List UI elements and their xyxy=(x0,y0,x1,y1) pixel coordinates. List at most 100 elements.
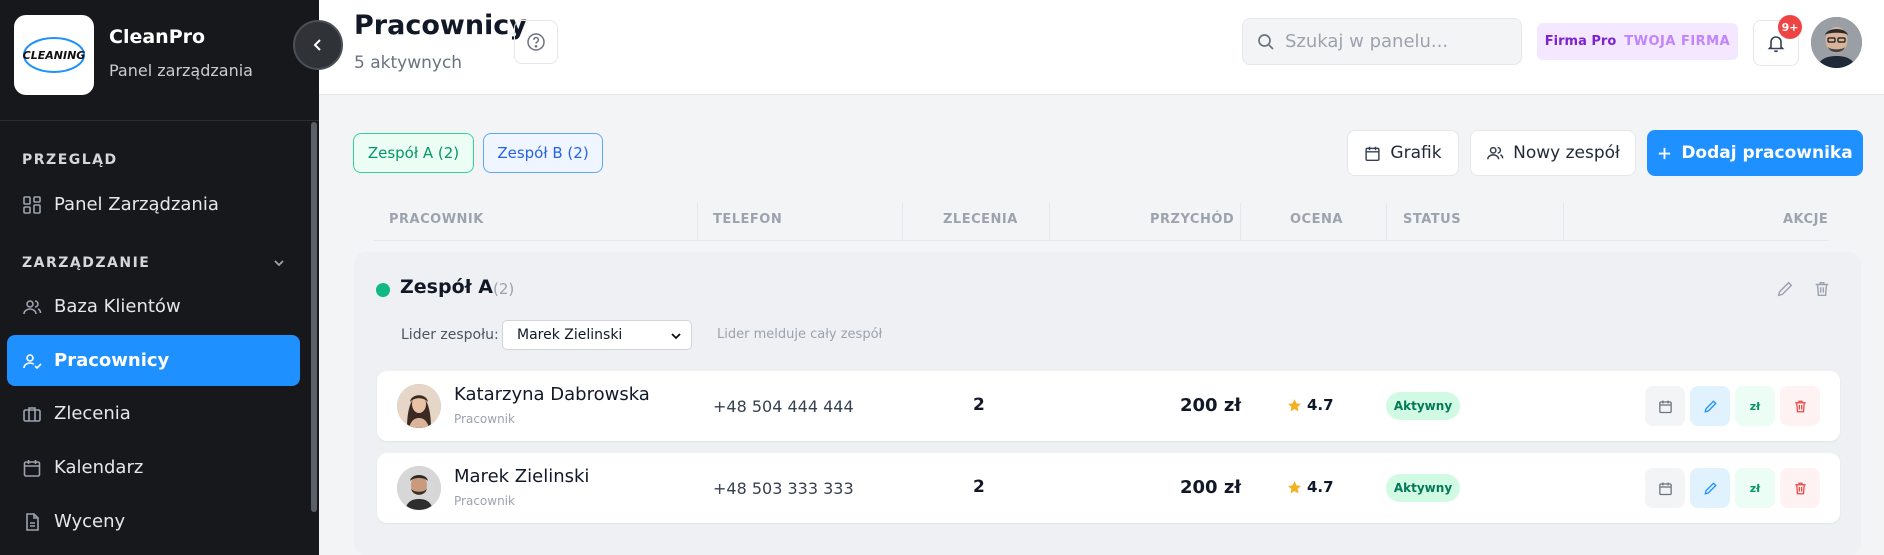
new-team-label: Nowy zespół xyxy=(1513,143,1620,163)
column-header-orders[interactable]: ZLECENIA xyxy=(943,212,1018,227)
team-color-dot xyxy=(376,283,390,297)
team-tab-b[interactable]: Zespół B (2) xyxy=(483,133,603,173)
briefcase-icon xyxy=(23,406,41,422)
employee-delete-button[interactable] xyxy=(1780,386,1820,426)
plus-icon xyxy=(1659,147,1671,159)
calendar-icon xyxy=(1365,146,1381,161)
team-name: Zespół A xyxy=(400,276,493,298)
employee-schedule-button[interactable] xyxy=(1645,468,1685,508)
user-check-icon xyxy=(23,353,42,369)
calendar-icon xyxy=(1658,482,1672,495)
sidebar-scrollbar[interactable] xyxy=(311,122,317,512)
schedule-button[interactable]: Grafik xyxy=(1347,130,1459,176)
employee-phone: +48 503 333 333 xyxy=(713,479,854,498)
chevron-down-icon[interactable] xyxy=(272,256,286,270)
employee-avatar xyxy=(397,466,441,510)
page-title: Pracownicy xyxy=(354,10,527,41)
team-leader-label: Lider zespołu: xyxy=(401,327,499,343)
employee-orders: 2 xyxy=(973,477,985,497)
grid-icon xyxy=(23,195,41,214)
column-header-rating[interactable]: OCENA xyxy=(1290,212,1343,227)
employee-payment-button[interactable]: zł xyxy=(1735,468,1775,508)
calendar-icon xyxy=(23,459,41,477)
column-divider xyxy=(1563,203,1564,240)
team-leader-select[interactable]: Marek Zielinski xyxy=(502,320,692,350)
logo-text: CLEANING xyxy=(23,49,86,62)
chevron-left-icon xyxy=(313,39,321,51)
employee-name[interactable]: Marek Zielinski xyxy=(454,466,589,487)
pencil-icon xyxy=(1703,399,1717,413)
team-leader-hint: Lider melduje cały zespół xyxy=(717,327,883,342)
brand-header: CLEANING CleanPro Panel zarządzania xyxy=(0,0,319,121)
brand-name: CleanPro xyxy=(109,26,206,48)
firm-badge[interactable]: Firma Pro TWOJA FIRMA xyxy=(1537,23,1738,60)
trash-icon xyxy=(1815,281,1829,297)
employee-revenue: 200 zł xyxy=(1180,395,1241,416)
employee-role: Pracownik xyxy=(454,494,515,508)
star-icon xyxy=(1288,398,1301,411)
team-tab-a[interactable]: Zespół A (2) xyxy=(353,133,474,173)
notification-count-badge: 9+ xyxy=(1778,15,1802,39)
column-divider xyxy=(902,203,903,240)
sidebar: CLEANING CleanPro Panel zarządzania PRZE… xyxy=(0,0,319,555)
sidebar-item-label: Pracownicy xyxy=(54,350,170,371)
sidebar-item-dashboard[interactable]: Panel Zarządzania xyxy=(7,179,300,230)
column-header-status[interactable]: STATUS xyxy=(1403,212,1461,227)
table-header-divider xyxy=(373,240,1828,241)
users-icon xyxy=(1487,146,1504,160)
section-management-label: ZARZĄDZANIE xyxy=(22,255,151,271)
column-header-actions: AKCJE xyxy=(1783,212,1829,227)
edit-team-button[interactable] xyxy=(1776,280,1794,302)
chevron-down-icon xyxy=(671,333,681,340)
trash-icon xyxy=(1794,400,1806,412)
section-overview-label: PRZEGLĄD xyxy=(22,152,118,168)
employee-role: Pracownik xyxy=(454,412,515,426)
table-row[interactable]: Katarzyna Dabrowska Pracownik +48 504 44… xyxy=(377,371,1840,441)
pencil-icon xyxy=(1777,281,1793,297)
table-row[interactable]: Marek Zielinski Pracownik +48 503 333 33… xyxy=(377,453,1840,523)
new-team-button[interactable]: Nowy zespół xyxy=(1470,130,1636,176)
question-icon xyxy=(527,33,545,51)
employee-rating-value: 4.7 xyxy=(1307,396,1334,414)
calendar-icon xyxy=(1658,400,1672,413)
help-button[interactable] xyxy=(514,20,558,64)
file-icon xyxy=(26,512,39,531)
sidebar-item-orders[interactable]: Zlecenia xyxy=(7,388,300,439)
team-leader-value: Marek Zielinski xyxy=(517,327,623,343)
search-box[interactable] xyxy=(1242,18,1522,65)
employee-schedule-button[interactable] xyxy=(1645,386,1685,426)
column-header-employee[interactable]: PRACOWNIK xyxy=(389,212,484,227)
firm-plan: Firma Pro xyxy=(1544,34,1617,49)
column-header-revenue[interactable]: PRZYCHÓD xyxy=(1150,212,1234,227)
employee-edit-button[interactable] xyxy=(1690,386,1730,426)
sidebar-item-label: Wyceny xyxy=(54,511,126,532)
column-header-phone[interactable]: TELEFON xyxy=(713,212,782,227)
top-header: Pracownicy 5 aktywnych Firma Pro TWOJA F… xyxy=(319,0,1884,95)
employee-name[interactable]: Katarzyna Dabrowska xyxy=(454,384,650,405)
search-input[interactable] xyxy=(1285,31,1505,52)
column-divider xyxy=(1240,203,1241,240)
star-icon xyxy=(1288,480,1301,493)
employee-phone: +48 504 444 444 xyxy=(713,397,854,416)
employee-payment-button[interactable]: zł xyxy=(1735,386,1775,426)
sidebar-item-label: Panel Zarządzania xyxy=(54,194,219,215)
pencil-icon xyxy=(1703,481,1717,495)
delete-team-button[interactable] xyxy=(1813,280,1831,302)
user-avatar[interactable] xyxy=(1811,17,1862,68)
employee-rating: 4.7 xyxy=(1287,478,1334,496)
sidebar-item-employees[interactable]: Pracownicy xyxy=(7,335,300,386)
employee-edit-button[interactable] xyxy=(1690,468,1730,508)
page-subtitle: 5 aktywnych xyxy=(354,53,463,73)
collapse-sidebar-button[interactable] xyxy=(293,20,343,70)
sidebar-item-quotes[interactable]: Wyceny xyxy=(7,496,300,547)
status-badge: Aktywny xyxy=(1386,392,1460,420)
employee-delete-button[interactable] xyxy=(1780,468,1820,508)
add-employee-button[interactable]: Dodaj pracownika xyxy=(1647,130,1863,176)
team-member-count: (2) xyxy=(493,280,515,298)
users-icon xyxy=(23,299,42,314)
employee-orders: 2 xyxy=(973,395,985,415)
column-divider xyxy=(1049,203,1050,240)
sidebar-item-calendar[interactable]: Kalendarz xyxy=(7,442,300,493)
company-logo[interactable]: CLEANING xyxy=(14,15,94,95)
sidebar-item-clients[interactable]: Baza Klientów xyxy=(7,281,300,332)
